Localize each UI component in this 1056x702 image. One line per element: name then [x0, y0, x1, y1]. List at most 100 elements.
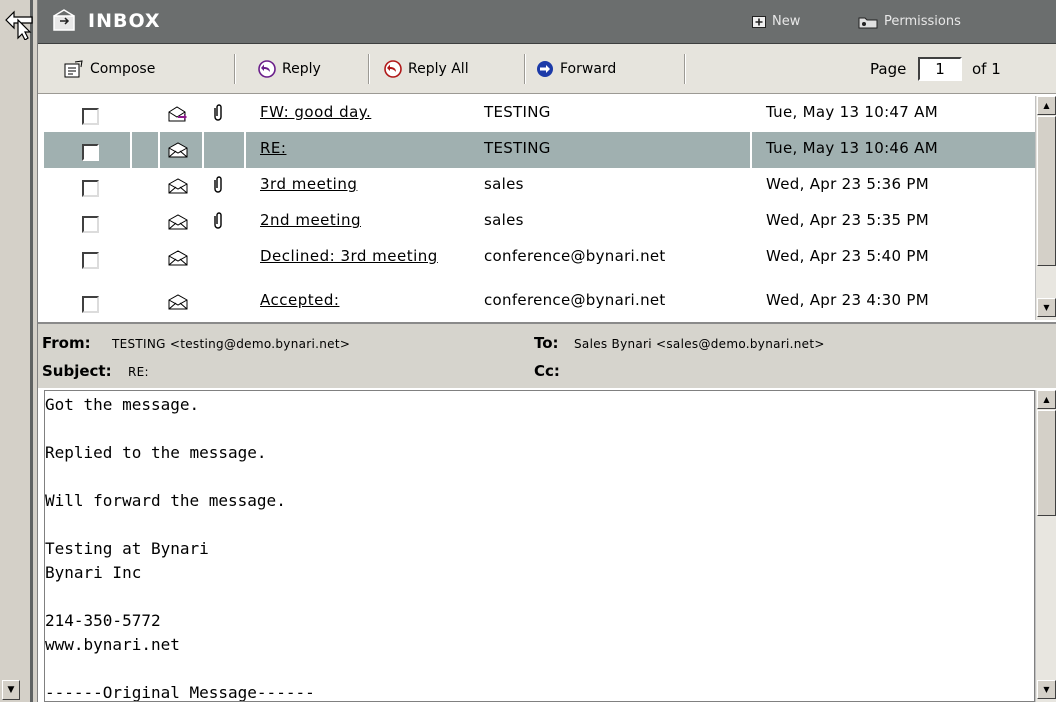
column-divider [130, 204, 132, 240]
message-subject-link[interactable]: Accepted: [260, 291, 480, 310]
message-subject-link[interactable]: 2nd meeting [260, 211, 480, 230]
new-button[interactable]: New [752, 14, 800, 29]
message-list: FW: good day. TESTING Tue, May 13 10:47 … [44, 96, 1035, 320]
message-list-scrollbar[interactable]: ▲ ▼ [1035, 96, 1056, 320]
toolbar-separator [684, 54, 686, 84]
reply-all-button[interactable]: Reply All [384, 56, 469, 82]
table-row[interactable]: 2nd meeting sales Wed, Apr 23 5:35 PM [44, 204, 1035, 240]
compose-icon [64, 60, 83, 78]
new-item-icon [752, 15, 766, 28]
table-row[interactable]: 3rd meeting sales Wed, Apr 23 5:36 PM [44, 168, 1035, 204]
message-subject-link[interactable]: 3rd meeting [260, 175, 480, 194]
row-checkbox[interactable] [82, 108, 99, 125]
message-sender: sales [484, 211, 524, 229]
to-value: Sales Bynari <sales@demo.bynari.net> [574, 337, 825, 351]
inbox-title-bar: INBOX New Permissions [38, 0, 1056, 44]
reply-all-icon [384, 60, 402, 78]
row-checkbox[interactable] [82, 144, 99, 161]
frame-divider [30, 0, 33, 702]
attachment-paperclip-icon [214, 104, 222, 121]
toolbar-separator [234, 54, 236, 84]
mouse-cursor-icon [5, 10, 33, 40]
page-count: of 1 [972, 60, 1001, 78]
column-divider [130, 132, 132, 168]
column-divider [130, 168, 132, 204]
message-date: Wed, Apr 23 5:40 PM [766, 247, 929, 265]
permissions-folder-icon [858, 17, 878, 28]
toolbar-separator [368, 54, 370, 84]
column-divider [130, 240, 132, 284]
message-body-text: Got the message. Replied to the message.… [45, 395, 315, 702]
permissions-label: Permissions [884, 14, 961, 29]
from-value: TESTING <testing@demo.bynari.net> [112, 337, 351, 351]
row-checkbox[interactable] [82, 252, 99, 269]
inbox-title: INBOX [88, 10, 161, 32]
inbox-folder-icon [53, 9, 75, 31]
page-number-input[interactable] [918, 57, 962, 81]
reply-label: Reply [282, 61, 321, 77]
row-checkbox[interactable] [82, 180, 99, 197]
row-checkbox[interactable] [82, 296, 99, 313]
open-mail-icon [168, 214, 188, 230]
message-subject-link[interactable]: FW: good day. [260, 103, 480, 122]
message-body-scrollbar[interactable]: ▲ ▼ [1035, 390, 1056, 702]
subject-label: Subject: [42, 362, 112, 380]
message-sender: conference@bynari.net [484, 247, 666, 265]
to-label: To: [534, 334, 559, 352]
column-divider [158, 132, 160, 168]
column-divider [130, 96, 132, 132]
message-header-panel: From: TESTING <testing@demo.bynari.net> … [38, 322, 1056, 388]
message-subject-link[interactable]: Declined: 3rd meeting [260, 247, 460, 266]
message-subject-link[interactable]: RE: [260, 139, 480, 158]
row-checkbox[interactable] [82, 216, 99, 233]
table-row-selected[interactable]: RE: TESTING Tue, May 13 10:46 AM [44, 132, 1035, 168]
forwarded-mail-icon [168, 106, 187, 122]
attachment-paperclip-icon [214, 176, 222, 193]
column-divider [244, 132, 246, 168]
table-row[interactable]: FW: good day. TESTING Tue, May 13 10:47 … [44, 96, 1035, 132]
new-label: New [772, 14, 801, 29]
scrollbar-thumb[interactable] [1037, 410, 1056, 516]
table-row[interactable]: Accepted: conference@bynari.net Wed, Apr… [44, 284, 1035, 320]
from-label: From: [42, 334, 91, 352]
compose-button[interactable]: Compose [64, 56, 155, 82]
left-scroll-down-button[interactable]: ▼ [2, 680, 20, 700]
page-label: Page [870, 60, 907, 78]
forward-label: Forward [560, 61, 617, 77]
message-date: Wed, Apr 23 4:30 PM [766, 291, 929, 309]
message-toolbar: Compose Reply Reply All Forward Page of … [38, 44, 1056, 94]
permissions-button[interactable]: Permissions [858, 14, 961, 29]
scroll-down-button[interactable]: ▼ [1037, 298, 1056, 317]
message-date: Wed, Apr 23 5:36 PM [766, 175, 929, 193]
forward-icon [537, 61, 553, 77]
scroll-up-button[interactable]: ▲ [1037, 390, 1056, 409]
table-row[interactable]: Declined: 3rd meeting conference@bynari.… [44, 240, 1035, 284]
column-divider [750, 132, 752, 168]
column-divider [202, 132, 204, 168]
scroll-up-button[interactable]: ▲ [1037, 96, 1056, 115]
message-sender: TESTING [484, 139, 551, 157]
message-body[interactable]: Got the message. Replied to the message.… [44, 390, 1035, 702]
column-divider [130, 284, 132, 320]
reply-button[interactable]: Reply [258, 56, 321, 82]
message-date: Tue, May 13 10:46 AM [766, 139, 938, 157]
cc-label: Cc: [534, 362, 560, 380]
subject-value: RE: [128, 365, 149, 379]
open-mail-icon [168, 250, 188, 266]
scrollbar-thumb[interactable] [1037, 116, 1056, 266]
message-sender: TESTING [484, 103, 551, 121]
scroll-down-button[interactable]: ▼ [1037, 680, 1056, 699]
compose-label: Compose [90, 61, 156, 77]
open-mail-icon [168, 178, 188, 194]
message-date: Wed, Apr 23 5:35 PM [766, 211, 929, 229]
left-frame [0, 0, 38, 702]
reply-icon [258, 60, 276, 78]
attachment-paperclip-icon [214, 212, 222, 229]
message-date: Tue, May 13 10:47 AM [766, 103, 938, 121]
reply-all-label: Reply All [408, 61, 469, 77]
message-sender: conference@bynari.net [484, 291, 666, 309]
open-mail-icon [168, 294, 188, 310]
forward-button[interactable]: Forward [536, 56, 616, 82]
message-sender: sales [484, 175, 524, 193]
toolbar-separator [524, 54, 526, 84]
